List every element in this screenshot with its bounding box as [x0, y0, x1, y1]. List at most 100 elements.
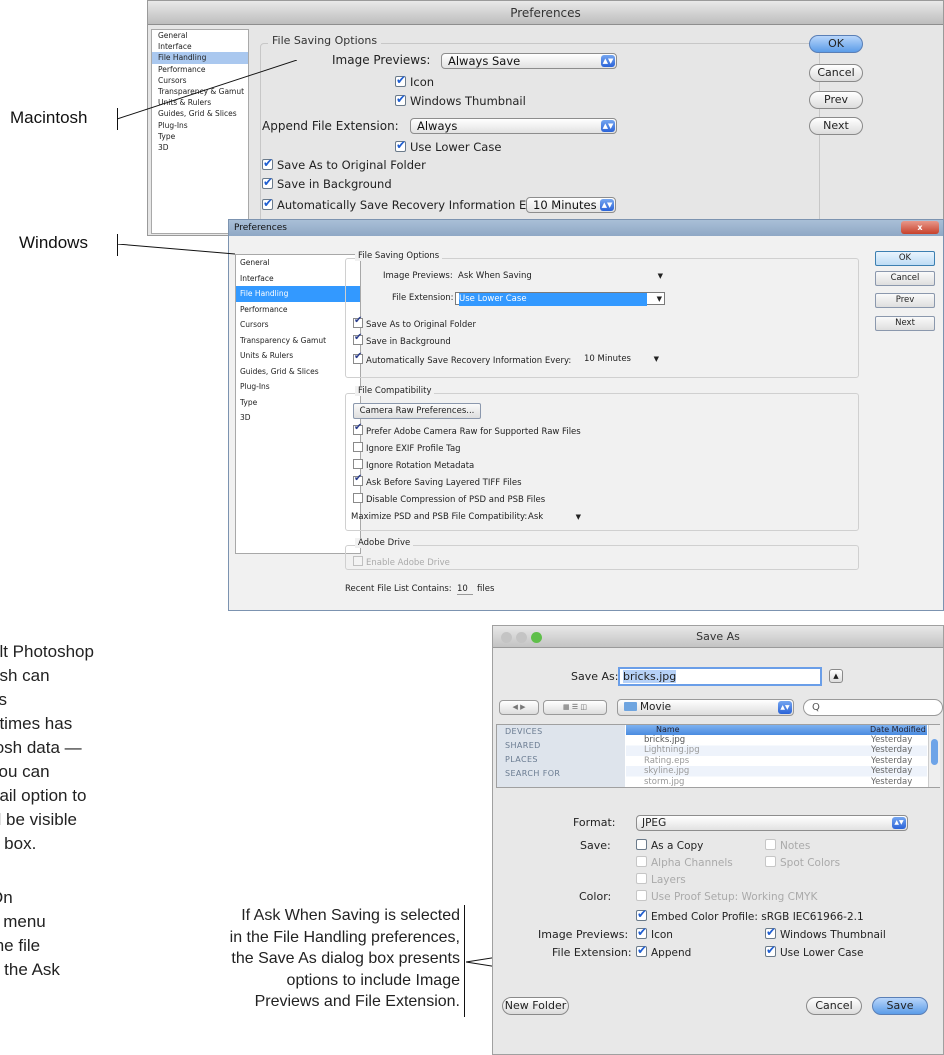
file-extension-label: File Extension: — [552, 946, 632, 959]
notes-checkbox[interactable]: Notes — [765, 839, 810, 852]
checkbox-checked-icon — [262, 156, 273, 170]
minimize-window-icon[interactable] — [516, 632, 527, 643]
mac-sidebar-item-3d[interactable]: 3D — [152, 142, 248, 153]
file-row[interactable]: bricks.jpg — [644, 735, 685, 745]
as-a-copy-checkbox[interactable]: As a Copy — [636, 839, 703, 852]
file-row[interactable]: Rating.eps — [644, 756, 689, 766]
win-file-ext-select[interactable]: Use Lower Case ▼ — [455, 292, 665, 306]
win-sidebar-item-guides[interactable]: Guides, Grid & Slices — [236, 364, 360, 380]
sidebar-devices[interactable]: DEVICES — [497, 725, 625, 739]
spot-colors-checkbox[interactable]: Spot Colors — [765, 856, 840, 869]
win-ignore-exif-checkbox[interactable]: Ignore EXIF Profile Tag — [353, 442, 461, 454]
win-prefer-camera-raw-checkbox[interactable]: Prefer Adobe Camera Raw for Supported Ra… — [353, 422, 581, 437]
icon-label: Icon — [651, 929, 673, 941]
win-disable-compression-checkbox[interactable]: Disable Compression of PSD and PSB Files — [353, 493, 545, 505]
mac-cancel-button[interactable]: Cancel — [809, 64, 863, 82]
win-auto-save-select[interactable]: 10 Minutes ▼ — [581, 353, 661, 366]
folder-select[interactable]: Movie ▲▼ — [617, 699, 794, 716]
checkbox-checked-icon — [636, 907, 647, 921]
use-proof-checkbox[interactable]: Use Proof Setup: Working CMYK — [636, 890, 817, 903]
win-sidebar-item-units[interactable]: Units & Rulers — [236, 348, 360, 364]
win-prev-button[interactable]: Prev — [875, 293, 935, 308]
embed-profile-checkbox[interactable]: Embed Color Profile: sRGB IEC61966-2.1 — [636, 907, 864, 923]
icon-checkbox[interactable]: Icon — [636, 925, 673, 941]
column-date-header[interactable]: Date Modified — [870, 725, 926, 735]
win-auto-save-checkbox[interactable]: Automatically Save Recovery Information … — [353, 351, 571, 366]
win-image-previews-select[interactable]: Ask When Saving ▼ — [455, 270, 665, 283]
win-enable-drive-checkbox[interactable]: Enable Adobe Drive — [353, 556, 450, 568]
append-checkbox[interactable]: Append — [636, 943, 691, 959]
spot-colors-label: Spot Colors — [780, 857, 841, 869]
format-label: Format: — [573, 816, 616, 829]
win-save-background-checkbox[interactable]: Save in Background — [353, 332, 451, 347]
view-mode-icon[interactable]: ▦ ☰ ◫ — [543, 700, 607, 715]
expand-dialog-icon[interactable]: ▲ — [829, 669, 843, 683]
use-lower-case-checkbox[interactable]: Use Lower Case — [765, 943, 863, 959]
win-maximize-select[interactable]: Ask ▼ — [525, 511, 583, 524]
win-ignore-rotation-checkbox[interactable]: Ignore Rotation Metadata — [353, 459, 474, 471]
win-sidebar-item-interface[interactable]: Interface — [236, 271, 360, 287]
win-sidebar-item-plugins[interactable]: Plug-Ins — [236, 379, 360, 395]
mac-ok-button[interactable]: OK — [809, 35, 863, 53]
sidebar-search-for[interactable]: SEARCH FOR — [497, 767, 625, 781]
file-row[interactable]: storm.jpg — [644, 777, 684, 787]
cancel-button[interactable]: Cancel — [806, 997, 862, 1015]
mac-auto-save-checkbox[interactable]: Automatically Save Recovery Information … — [262, 196, 555, 212]
win-cancel-button[interactable]: Cancel — [875, 271, 935, 286]
win-next-button[interactable]: Next — [875, 316, 935, 331]
checkbox-checked-icon — [395, 73, 406, 87]
win-sidebar-item-3d[interactable]: 3D — [236, 410, 360, 426]
alpha-channels-checkbox[interactable]: Alpha Channels — [636, 856, 733, 869]
close-window-icon[interactable] — [501, 632, 512, 643]
filename-input[interactable]: bricks.jpg — [618, 667, 822, 686]
use-proof-label: Use Proof Setup: Working CMYK — [651, 891, 818, 903]
dropdown-arrow-icon: ▼ — [575, 513, 581, 521]
mac-auto-save-select[interactable]: 10 Minutes ▲▼ — [526, 197, 616, 213]
mac-next-button[interactable]: Next — [809, 117, 863, 135]
sidebar-places[interactable]: PLACES — [497, 753, 625, 767]
file-list-scrollbar[interactable] — [928, 725, 940, 787]
column-name-header[interactable]: Name — [656, 725, 680, 735]
mac-windows-thumbnail-checkbox[interactable]: Windows Thumbnail — [395, 92, 526, 108]
mac-icon-checkbox[interactable]: Icon — [395, 73, 434, 89]
mac-prev-button[interactable]: Prev — [809, 91, 863, 109]
win-ask-tiff-checkbox[interactable]: Ask Before Saving Layered TIFF Files — [353, 473, 522, 488]
win-save-original-folder-checkbox[interactable]: Save As to Original Folder — [353, 315, 476, 330]
mac-use-lower-case-checkbox[interactable]: Use Lower Case — [395, 138, 501, 154]
win-sidebar-item-performance[interactable]: Performance — [236, 302, 360, 318]
search-input[interactable]: Q — [803, 699, 943, 716]
sidebar-shared[interactable]: SHARED — [497, 739, 625, 753]
win-sidebar-item-transparency[interactable]: Transparency & Gamut — [236, 333, 360, 349]
file-row[interactable]: Lightning.jpg — [644, 745, 700, 755]
windows-thumbnail-label: Windows Thumbnail — [780, 929, 886, 941]
win-sidebar-item-file-handling[interactable]: File Handling — [236, 286, 360, 302]
layers-checkbox[interactable]: Layers — [636, 873, 686, 886]
mac-image-previews-select[interactable]: Always Save ▲▼ — [441, 53, 617, 69]
win-sidebar-item-cursors[interactable]: Cursors — [236, 317, 360, 333]
win-adobe-drive-title: Adobe Drive — [355, 538, 414, 548]
mac-sidebar-item-general[interactable]: General — [152, 30, 248, 41]
close-icon[interactable]: x — [901, 221, 939, 234]
win-maximize-label: Maximize PSD and PSB File Compatibility: — [351, 512, 528, 522]
win-sidebar-item-general[interactable]: General — [236, 255, 360, 271]
file-row[interactable]: skyline.jpg — [644, 766, 689, 776]
mac-sidebar-item-interface[interactable]: Interface — [152, 41, 248, 52]
format-select[interactable]: JPEG ▲▼ — [636, 815, 908, 831]
mac-save-background-checkbox[interactable]: Save in Background — [262, 175, 392, 191]
win-recent-input[interactable]: 10 — [457, 584, 473, 595]
save-button[interactable]: Save — [872, 997, 928, 1015]
new-folder-button[interactable]: New Folder — [502, 997, 569, 1015]
back-forward-icon[interactable]: ◀ ▶ — [499, 700, 539, 715]
windows-thumbnail-checkbox[interactable]: Windows Thumbnail — [765, 925, 886, 941]
mac-save-original-folder-checkbox[interactable]: Save As to Original Folder — [262, 156, 426, 172]
win-ask-tiff-label: Ask Before Saving Layered TIFF Files — [366, 478, 522, 488]
zoom-window-icon[interactable] — [531, 632, 542, 643]
camera-raw-preferences-button[interactable]: Camera Raw Preferences... — [353, 403, 481, 419]
win-ok-button[interactable]: OK — [875, 251, 935, 266]
win-ignore-rotation-label: Ignore Rotation Metadata — [366, 461, 475, 471]
win-dialog-title: Preferences — [229, 220, 943, 236]
mac-sidebar-item-type[interactable]: Type — [152, 131, 248, 142]
mac-append-ext-select[interactable]: Always ▲▼ — [410, 118, 617, 134]
win-sidebar-item-type[interactable]: Type — [236, 395, 360, 411]
scrollbar-thumb[interactable] — [931, 739, 938, 765]
